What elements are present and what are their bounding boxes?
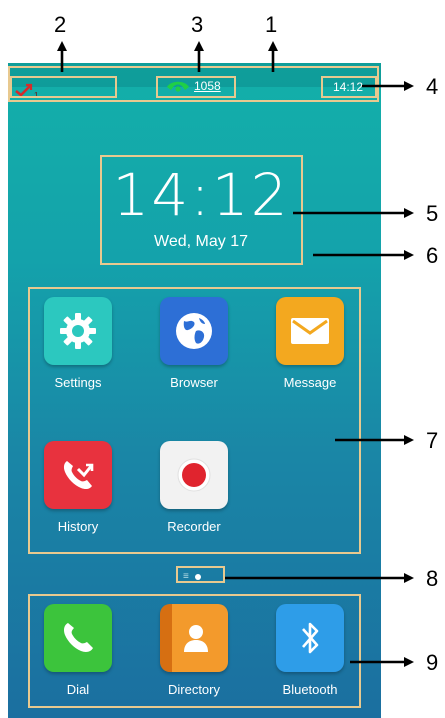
callout-number-2: 2 [54, 12, 67, 37]
callout-number-7: 7 [426, 428, 439, 453]
callout-number-8: 8 [426, 566, 439, 591]
callout-number-3: 3 [191, 12, 204, 37]
callout-number-1: 1 [265, 12, 278, 37]
callout-number-6: 6 [426, 243, 439, 268]
callout-number-5: 5 [426, 201, 439, 226]
callout-number-9: 9 [426, 650, 439, 675]
callout-arrows [57, 41, 414, 667]
callout-number-4: 4 [426, 74, 439, 99]
